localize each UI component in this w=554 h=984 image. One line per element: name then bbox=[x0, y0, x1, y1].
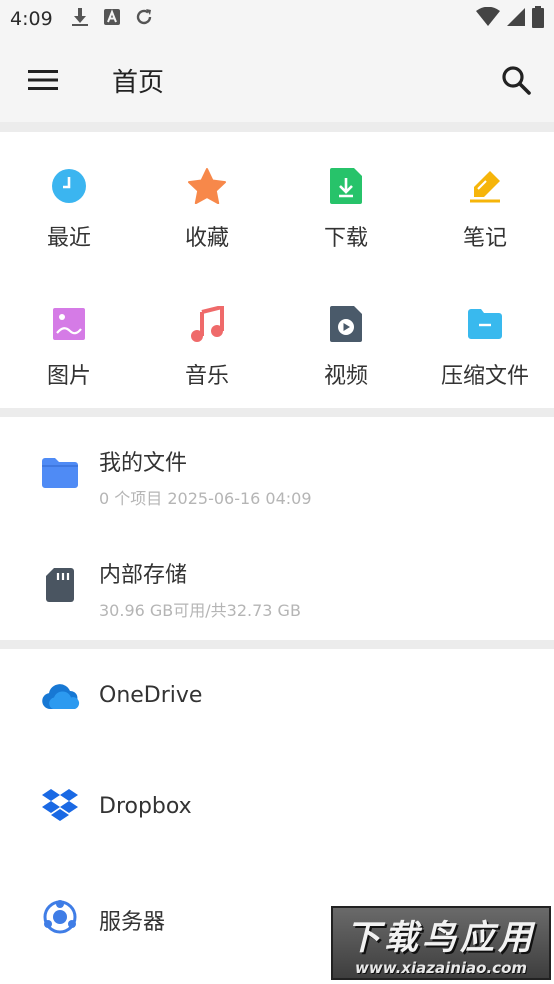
section-divider bbox=[0, 122, 554, 132]
download-icon bbox=[326, 166, 366, 206]
list-item-onedrive[interactable]: OneDrive bbox=[0, 649, 554, 745]
battery-icon bbox=[532, 6, 544, 32]
category-label: 视频 bbox=[323, 364, 368, 389]
page-title: 首页 bbox=[112, 68, 165, 98]
category-images[interactable]: 图片 bbox=[0, 270, 138, 390]
status-bar: 4:09 bbox=[0, 0, 554, 38]
signal-icon bbox=[506, 7, 526, 31]
category-favorites[interactable]: 收藏 bbox=[138, 132, 276, 252]
category-label: 下载 bbox=[323, 226, 368, 251]
menu-icon[interactable] bbox=[28, 68, 58, 92]
list-item-dropbox[interactable]: Dropbox bbox=[0, 760, 554, 856]
category-label: 音乐 bbox=[184, 364, 229, 389]
dropbox-icon bbox=[40, 786, 80, 826]
list-item-my-files[interactable]: 我的文件 0 个项目 2025-06-16 04:09 bbox=[0, 417, 554, 529]
clock-icon bbox=[49, 166, 89, 206]
section-divider bbox=[0, 640, 554, 649]
watermark-title: 下载鸟应用 bbox=[346, 917, 536, 958]
watermark-logo: 下载鸟应用 www.xiazainiao.com bbox=[331, 906, 551, 980]
server-icon bbox=[40, 897, 80, 937]
category-notes[interactable]: 笔记 bbox=[416, 132, 554, 252]
list-item-title: 内部存储 bbox=[99, 563, 188, 588]
wifi-icon bbox=[476, 6, 500, 31]
list-item-title: Dropbox bbox=[99, 794, 192, 819]
onedrive-icon bbox=[40, 676, 80, 716]
app-bar: 首页 bbox=[0, 38, 554, 122]
folder-icon bbox=[40, 453, 80, 493]
category-downloads[interactable]: 下载 bbox=[277, 132, 415, 252]
star-icon bbox=[187, 166, 227, 206]
music-icon bbox=[187, 304, 227, 344]
category-label: 压缩文件 bbox=[440, 364, 529, 389]
category-label: 笔记 bbox=[462, 226, 507, 251]
sdcard-icon bbox=[40, 565, 80, 605]
category-music[interactable]: 音乐 bbox=[138, 270, 276, 390]
video-icon bbox=[326, 304, 366, 344]
category-label: 图片 bbox=[46, 364, 91, 389]
status-time: 4:09 bbox=[10, 8, 53, 30]
category-label: 收藏 bbox=[184, 226, 229, 251]
category-label: 最近 bbox=[46, 226, 91, 251]
download-status-icon bbox=[71, 7, 89, 31]
pencil-icon bbox=[465, 166, 505, 206]
section-divider bbox=[0, 408, 554, 417]
search-icon[interactable] bbox=[500, 64, 532, 96]
list-item-title: 服务器 bbox=[99, 910, 166, 935]
list-item-internal-storage[interactable]: 内部存储 30.96 GB可用/共32.73 GB bbox=[0, 529, 554, 641]
image-icon bbox=[49, 304, 89, 344]
archive-icon bbox=[465, 304, 505, 344]
category-archives[interactable]: 压缩文件 bbox=[416, 270, 554, 390]
category-videos[interactable]: 视频 bbox=[277, 270, 415, 390]
category-grid: 最近 收藏 下载 笔记 图片 音乐 视频 压缩文件 bbox=[0, 132, 554, 408]
category-recent[interactable]: 最近 bbox=[0, 132, 138, 252]
list-item-title: OneDrive bbox=[99, 683, 203, 708]
list-item-subtitle: 30.96 GB可用/共32.73 GB bbox=[99, 601, 301, 620]
sync-status-icon bbox=[135, 8, 153, 30]
list-item-subtitle: 0 个项目 2025-06-16 04:09 bbox=[99, 489, 312, 508]
list-item-title: 我的文件 bbox=[99, 451, 188, 476]
font-status-icon bbox=[103, 8, 121, 30]
watermark-url: www.xiazainiao.com bbox=[354, 958, 528, 977]
